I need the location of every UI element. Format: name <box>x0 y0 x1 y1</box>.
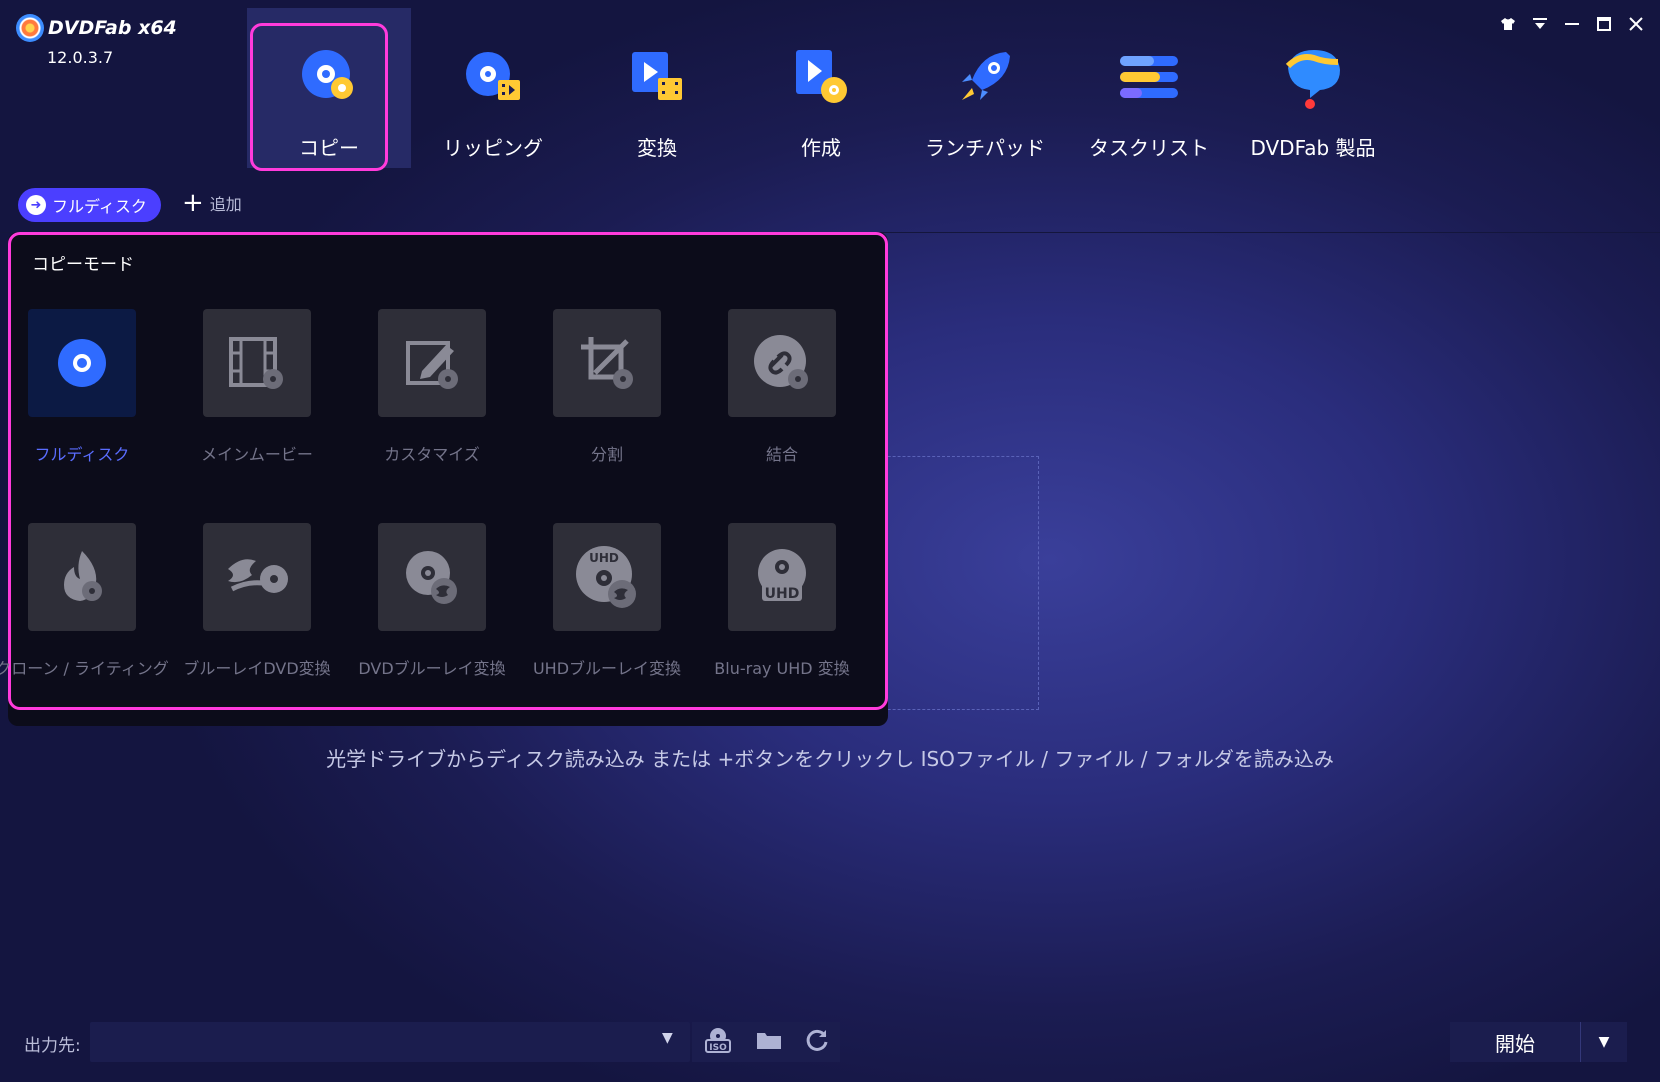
chevron-down-icon[interactable]: ▼ <box>662 1030 673 1046</box>
mode-label: 結合 <box>765 445 798 464</box>
split-icon <box>581 337 633 389</box>
converter-icon <box>632 52 682 100</box>
app-version: 12.0.3.7 <box>47 48 114 67</box>
bluray-to-dvd-icon <box>228 559 288 593</box>
mode-label: メインムービー <box>201 445 313 464</box>
close-icon[interactable] <box>1626 14 1646 34</box>
nav-launchpad[interactable]: ランチパッド <box>903 8 1067 168</box>
mode-label: Blu-ray UHD 変換 <box>714 659 850 678</box>
mode-tile-box <box>728 309 836 417</box>
window-controls <box>1498 14 1646 34</box>
add-source-button[interactable]: + 追加 <box>182 190 242 216</box>
mode-tile-box <box>203 523 311 631</box>
mode-tile-box <box>28 309 136 417</box>
mode-label: フルディスク <box>34 445 130 464</box>
minimize-icon[interactable] <box>1562 14 1582 34</box>
mode-merge[interactable]: 結合 <box>694 309 870 465</box>
mode-main-movie[interactable]: メインムービー <box>169 309 345 465</box>
drop-hint: 光学ドライブからディスク読み込み または +ボタンをクリックし ISOファイル … <box>326 747 1334 771</box>
mode-label: 分割 <box>590 445 623 464</box>
svg-text:UHD: UHD <box>589 551 619 565</box>
main-movie-icon <box>229 337 283 389</box>
start-button[interactable]: 開始 <box>1450 1022 1580 1062</box>
mode-tile-box: UHD <box>728 523 836 631</box>
ripper-icon <box>466 52 520 100</box>
output-tools: ISO <box>692 1022 840 1062</box>
mode-bluray-to-uhd[interactable]: UHD Blu-ray UHD 変換 <box>694 523 870 679</box>
output-label: 出力先: <box>24 1036 81 1056</box>
mode-bluray-to-dvd[interactable]: ブルーレイDVD変換 <box>169 523 345 679</box>
dvdfab-logo-icon <box>16 14 44 42</box>
tasklist-icon <box>1120 56 1178 98</box>
arrow-right-icon: ➜ <box>26 195 46 215</box>
merge-icon <box>754 335 808 389</box>
svg-text:ISO: ISO <box>710 1043 728 1053</box>
mode-tile-box <box>378 523 486 631</box>
nav-label: ランチパッド <box>925 136 1045 160</box>
mode-clone-burn[interactable]: クローン / ライティング <box>0 523 170 679</box>
mode-dvd-to-bluray[interactable]: DVDブルーレイ変換 <box>344 523 520 679</box>
mode-tile-box <box>553 309 661 417</box>
nav-label: リッピング <box>443 136 543 160</box>
app-name: DVDFab x64 <box>48 17 177 39</box>
mode-full-disc[interactable]: フルディスク <box>0 309 170 465</box>
creator-icon <box>796 50 847 103</box>
mode-tile-box <box>203 309 311 417</box>
full-disc-icon <box>58 339 106 387</box>
nav-converter[interactable]: 変換 <box>575 8 739 168</box>
mode-label: UHDブルーレイ変換 <box>532 659 682 678</box>
dvd-to-bluray-icon <box>406 551 457 604</box>
app-logo: DVDFab x64 <box>16 14 177 42</box>
mode-label: DVDブルーレイ変換 <box>358 659 506 678</box>
main-nav: コピー リッピング 変換 作成 ランチパッド タスクリスト DVDFab 製品 <box>247 8 1395 168</box>
add-label: 追加 <box>209 195 242 214</box>
mode-customize[interactable]: カスタマイズ <box>344 309 520 465</box>
bluray-to-uhd-icon: UHD <box>758 549 806 602</box>
uhd-to-bluray-icon: UHD <box>576 546 636 608</box>
copy-mode-label: フルディスク <box>52 197 147 216</box>
iso-icon[interactable]: ISO <box>703 1027 733 1058</box>
products-icon <box>1285 50 1340 109</box>
copy-mode-title: コピーモード <box>32 255 134 275</box>
nav-products[interactable]: DVDFab 製品 <box>1231 8 1395 168</box>
nav-label: 作成 <box>801 136 841 160</box>
customize-icon <box>406 341 458 389</box>
rocket-icon <box>962 52 1010 100</box>
shirt-icon[interactable] <box>1498 14 1518 34</box>
plus-icon: + <box>182 188 204 218</box>
mode-split[interactable]: 分割 <box>519 309 695 465</box>
nav-label: DVDFab 製品 <box>1250 136 1376 160</box>
svg-text:UHD: UHD <box>765 586 800 602</box>
nav-creator[interactable]: 作成 <box>739 8 903 168</box>
clone-burn-icon <box>64 551 102 601</box>
nav-active-highlight <box>250 23 388 171</box>
mode-label: カスタマイズ <box>384 445 480 464</box>
refresh-icon[interactable] <box>805 1028 829 1057</box>
chevron-down-icon: ▼ <box>1598 1034 1610 1050</box>
mode-label: ブルーレイDVD変換 <box>183 659 331 678</box>
mode-tile-box: UHD <box>553 523 661 631</box>
copy-mode-button[interactable]: ➜ フルディスク <box>18 188 161 222</box>
mode-label: クローン / ライティング <box>0 659 169 678</box>
nav-ripper[interactable]: リッピング <box>411 8 575 168</box>
nav-label: 変換 <box>637 136 677 160</box>
start-options-dropdown[interactable]: ▼ <box>1580 1022 1627 1062</box>
mode-uhd-to-bluray[interactable]: UHD UHDブルーレイ変換 <box>519 523 695 679</box>
nav-label: タスクリスト <box>1089 136 1209 160</box>
mode-tile-box <box>378 309 486 417</box>
mode-tile-box <box>28 523 136 631</box>
maximize-icon[interactable] <box>1594 14 1614 34</box>
folder-icon[interactable] <box>756 1030 782 1055</box>
menu-icon[interactable] <box>1530 14 1550 34</box>
nav-tasklist[interactable]: タスクリスト <box>1067 8 1231 168</box>
output-path-field[interactable] <box>90 1022 690 1062</box>
